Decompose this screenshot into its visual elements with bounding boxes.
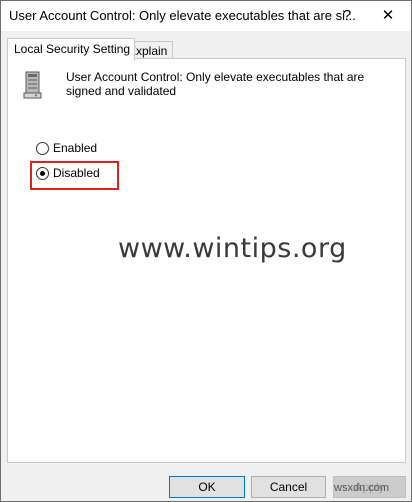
tab-local-security-setting[interactable]: Local Security Setting <box>7 38 136 61</box>
server-policy-icon <box>23 71 42 99</box>
watermark-text: www.wintips.org <box>118 233 347 264</box>
highlight-box <box>30 161 119 190</box>
settings-panel: User Account Control: Only elevate execu… <box>7 58 406 463</box>
footer-watermark: wsxdn.com <box>334 482 390 494</box>
radio-enabled-label[interactable]: Enabled <box>53 141 97 155</box>
help-button[interactable]: ? <box>333 4 361 28</box>
ok-button[interactable]: OK <box>169 476 245 498</box>
tab-bar: Local Security Setting Explain <box>1 31 411 61</box>
policy-properties-dialog: User Account Control: Only elevate execu… <box>0 0 412 502</box>
cancel-button[interactable]: Cancel <box>251 476 326 498</box>
window-title: User Account Control: Only elevate execu… <box>9 8 356 23</box>
policy-description: User Account Control: Only elevate execu… <box>66 70 365 98</box>
radio-enabled-circle[interactable] <box>36 141 49 155</box>
radio-enabled[interactable]: Enabled <box>36 141 97 155</box>
close-button[interactable]: ✕ <box>373 4 403 28</box>
title-bar[interactable]: User Account Control: Only elevate execu… <box>1 1 411 31</box>
